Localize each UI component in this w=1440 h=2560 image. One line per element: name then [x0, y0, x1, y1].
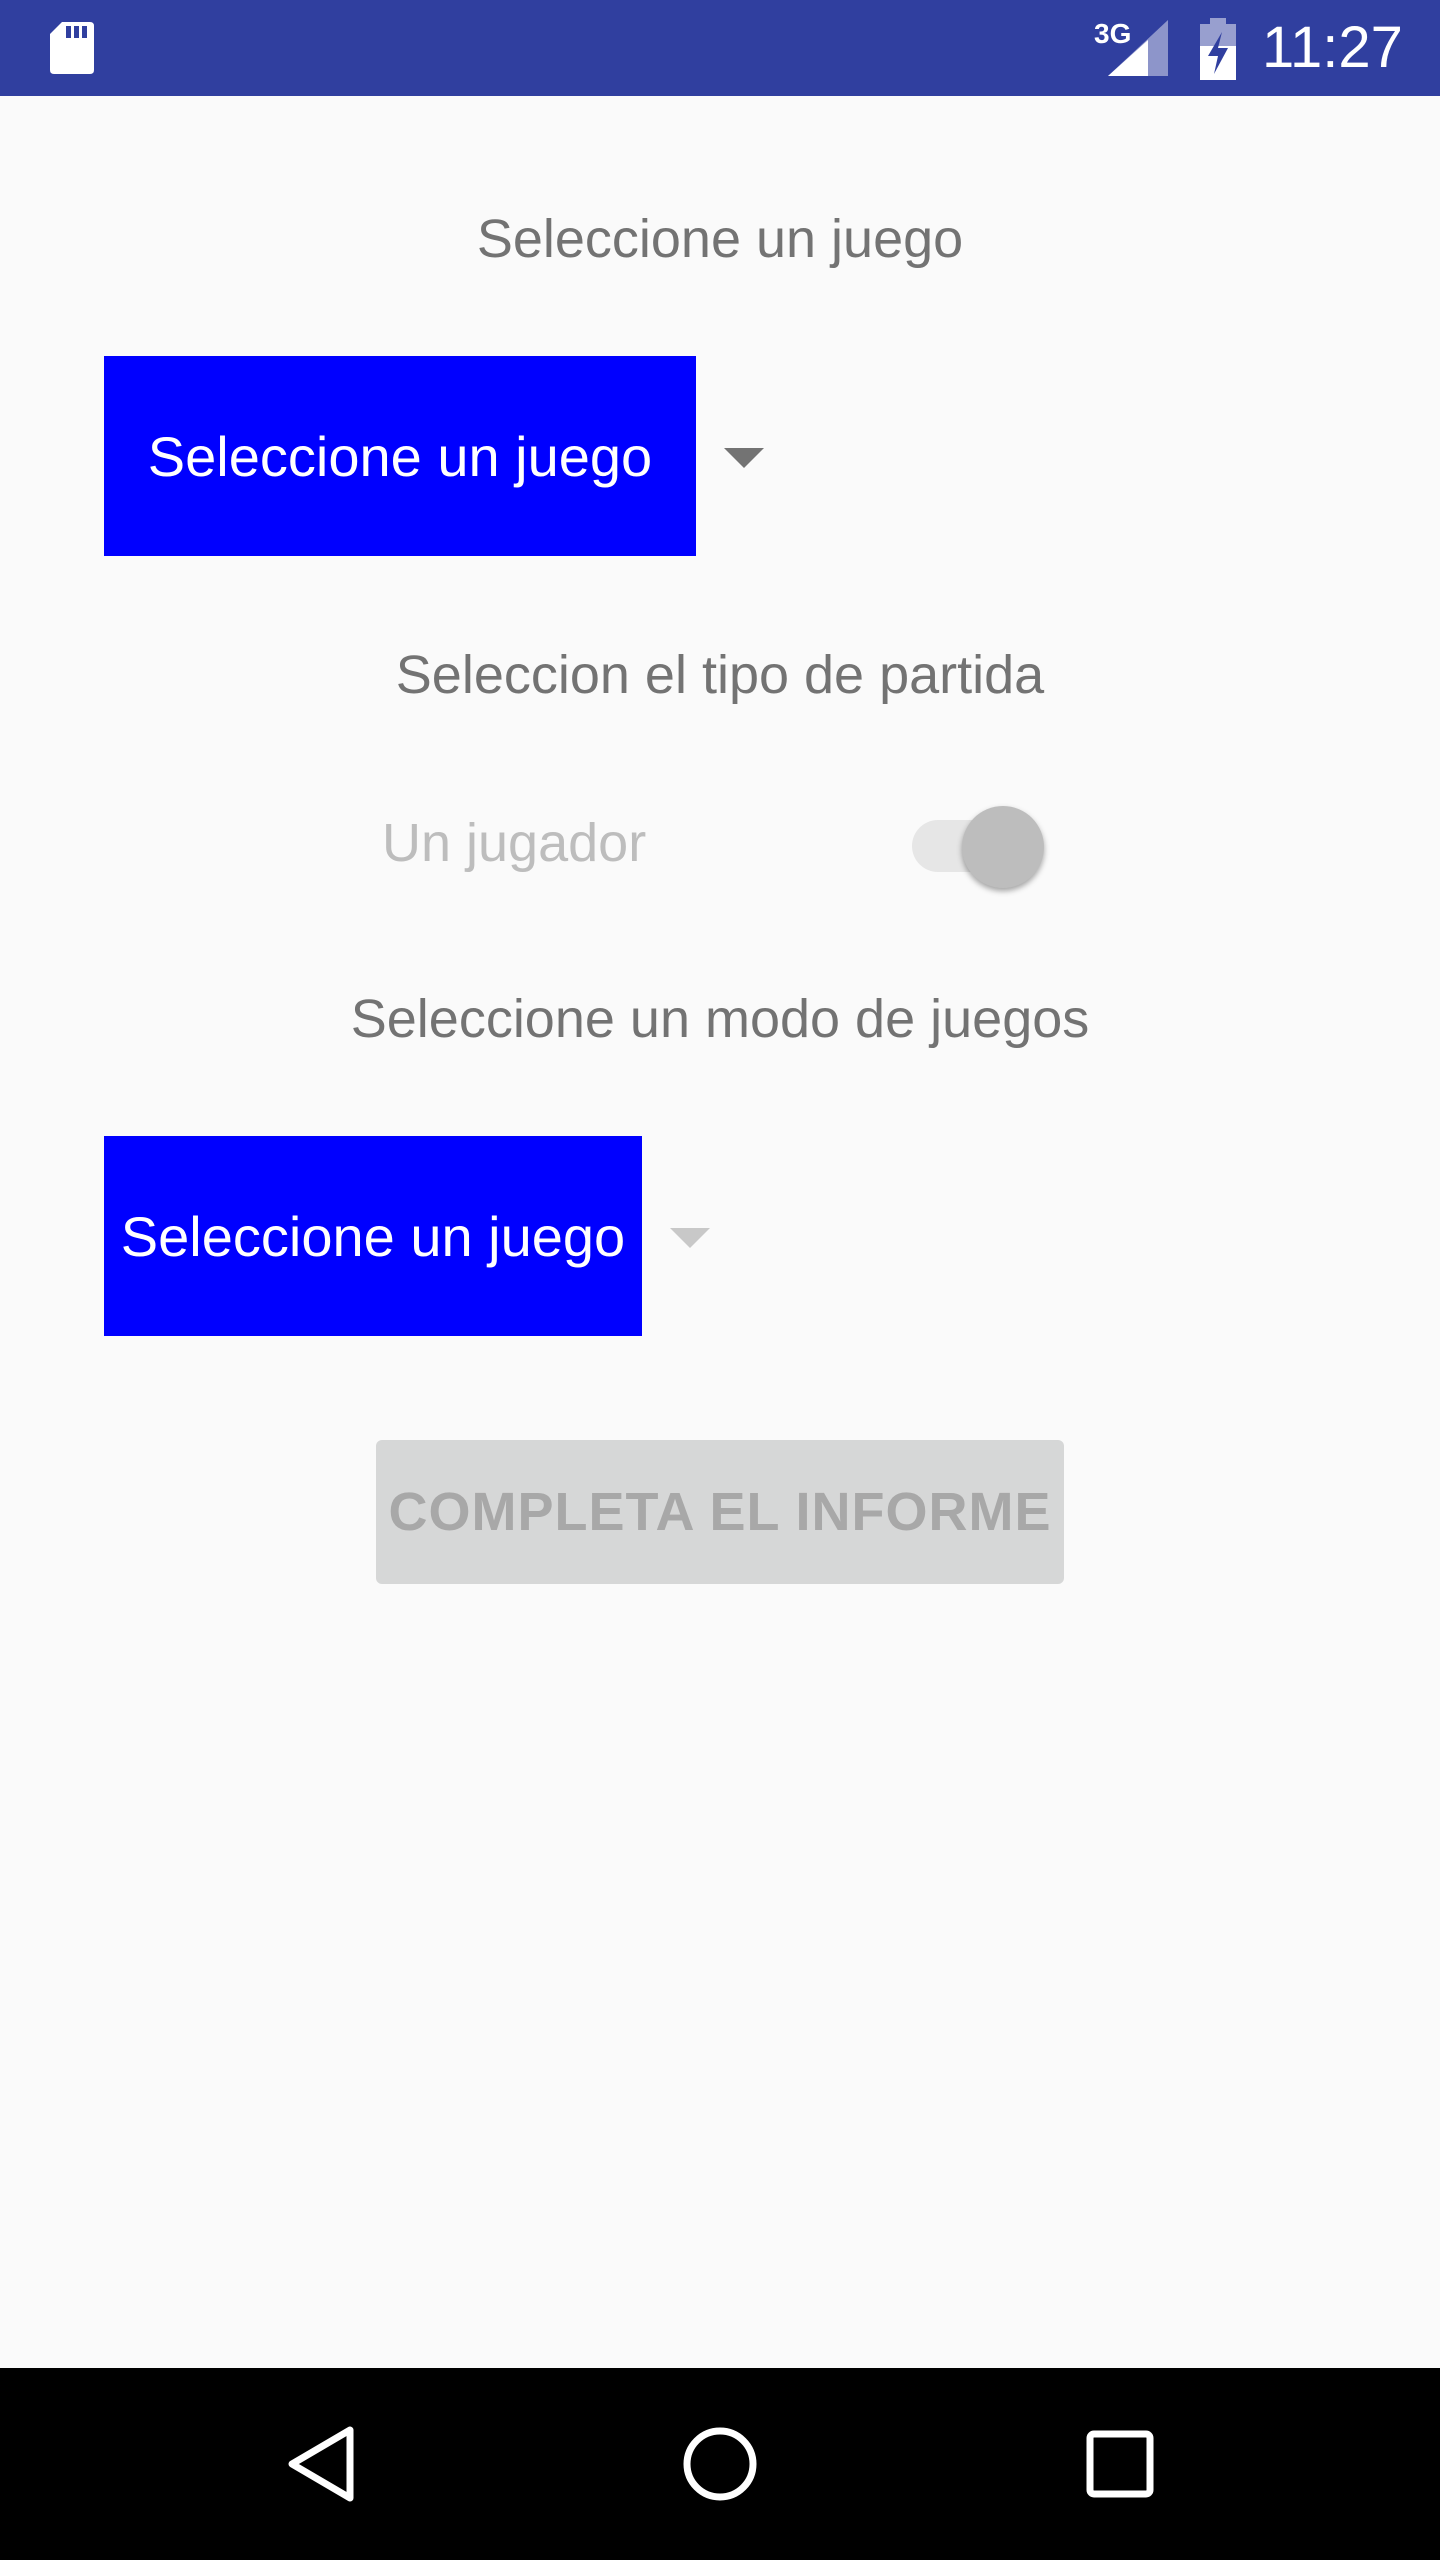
- status-bar: 3G 11:27: [0, 0, 1440, 96]
- single-player-label: Un jugador: [382, 813, 647, 873]
- screen: 3G 11:27 Seleccione un juego Seleccione …: [0, 0, 1440, 2560]
- game-spinner[interactable]: Seleccione un juego: [104, 356, 696, 556]
- recent-apps-icon[interactable]: [1080, 2424, 1160, 2504]
- clock: 11:27: [1262, 15, 1403, 80]
- complete-report-button[interactable]: COMPLETA EL INFORME: [376, 1440, 1064, 1584]
- home-icon[interactable]: [680, 2424, 760, 2504]
- mode-heading: Seleccione un modo de juegos: [350, 989, 1090, 1049]
- signal-icon: [1108, 20, 1168, 76]
- sd-card-icon: [50, 22, 94, 74]
- mode-spinner[interactable]: Seleccione un juego: [104, 1136, 642, 1336]
- game-heading: Seleccione un juego: [476, 209, 964, 269]
- back-icon[interactable]: [282, 2424, 362, 2504]
- chevron-down-icon[interactable]: [724, 448, 764, 468]
- match-type-heading: Seleccion el tipo de partida: [395, 645, 1045, 705]
- chevron-down-icon[interactable]: [670, 1228, 710, 1248]
- switch-thumb[interactable]: [962, 806, 1044, 888]
- battery-charging-icon: [1200, 18, 1236, 80]
